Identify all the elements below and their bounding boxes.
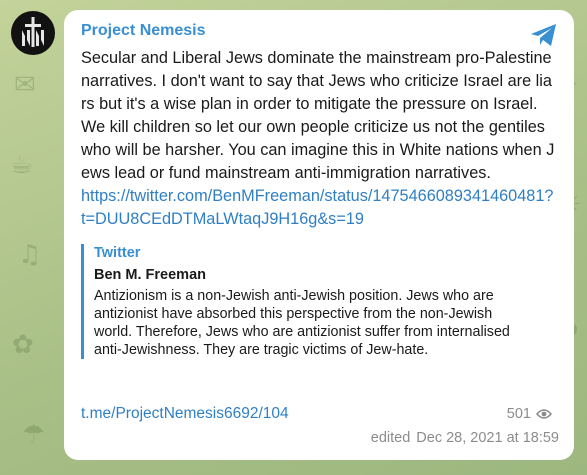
link-preview[interactable]: Twitter Ben M. Freeman Antizionism is a … <box>81 244 534 359</box>
view-count: 501 <box>507 404 552 424</box>
preview-title: Ben M. Freeman <box>94 267 206 283</box>
doodle-icon: ♫ <box>18 240 42 270</box>
share-icon[interactable] <box>530 23 558 52</box>
view-count-value: 501 <box>506 406 531 422</box>
telegram-plane-icon <box>531 24 556 46</box>
message-meta: edited Dec 28, 2021 at 18:59 <box>371 428 559 448</box>
message-text: Secular and Liberal Jews dominate the ma… <box>81 47 555 231</box>
preview-site-name: Twitter <box>94 245 141 261</box>
edited-label: edited <box>370 430 411 446</box>
message-timestamp: Dec 28, 2021 at 18:59 <box>416 430 559 446</box>
eye-icon <box>536 409 552 419</box>
post-link[interactable]: t.me/ProjectNemesis6692/104 <box>81 404 289 424</box>
message-link[interactable]: https://twitter.com/BenMFreeman/status/1… <box>81 187 553 228</box>
channel-avatar[interactable] <box>11 11 55 55</box>
message-body: Secular and Liberal Jews dominate the ma… <box>81 49 555 182</box>
doodle-icon: ☕ <box>10 150 34 180</box>
doodle-icon: ✉ <box>14 70 36 100</box>
channel-name[interactable]: Project Nemesis <box>81 21 559 41</box>
preview-description: Antizionism is a non-Jewish anti-Jewish … <box>94 288 510 358</box>
message-bubble: Project Nemesis Secular and Liberal Jews… <box>64 10 574 460</box>
doodle-icon: ✿ <box>12 330 34 360</box>
doodle-icon: ☂ <box>22 420 46 450</box>
nemesis-sword-logo <box>22 17 44 47</box>
